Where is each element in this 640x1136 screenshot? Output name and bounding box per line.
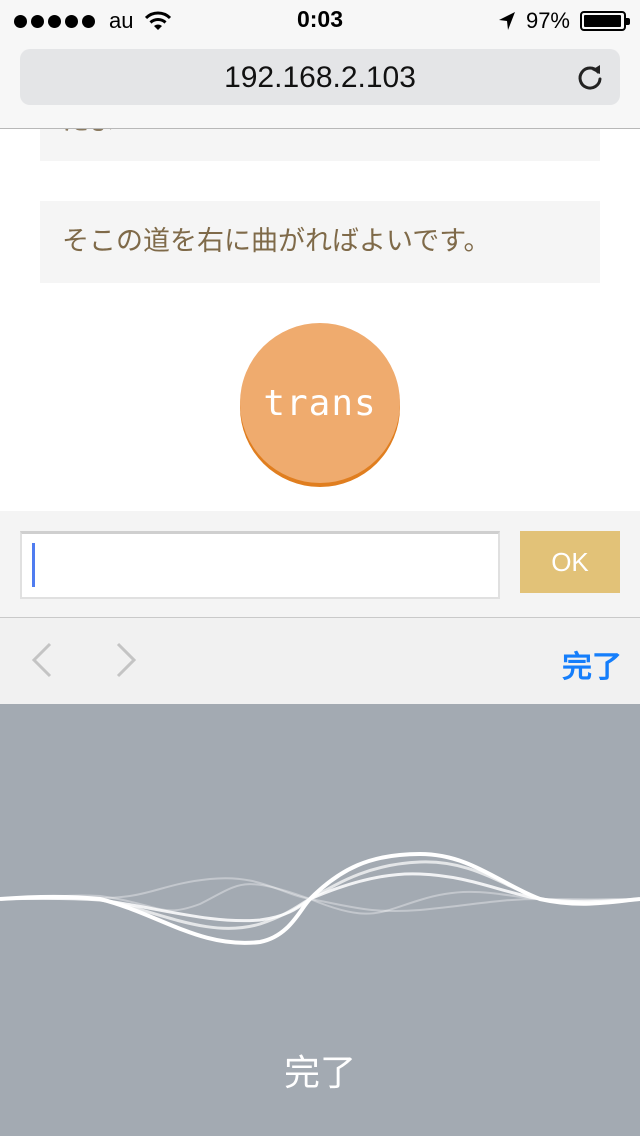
previous-message-text: たよ — [62, 129, 116, 138]
chevron-right-icon[interactable] — [114, 640, 138, 680]
message-text: そこの道を右に曲がればよいです。 — [62, 226, 491, 257]
dictation-done-button[interactable]: 完了 — [0, 1044, 640, 1096]
url-text[interactable]: 192.168.2.103 — [20, 61, 620, 95]
battery-percent: 97% — [525, 8, 570, 33]
screen: au 0:03 97% 192.168.2.103 そこの道を右に曲がればよいで… — [0, 0, 640, 1136]
browser-toolbar: 192.168.2.103 — [0, 40, 640, 129]
message-card: そこの道を右に曲がればよいです。 — [40, 201, 600, 283]
address-bar[interactable]: 192.168.2.103 — [20, 49, 620, 105]
battery-fill — [584, 15, 621, 27]
input-row: OK — [0, 511, 640, 618]
keyboard-accessory-bar: 完了 — [0, 618, 640, 704]
ok-button[interactable]: OK — [520, 531, 620, 593]
previous-message-card: たよ — [40, 129, 600, 161]
reload-icon[interactable] — [576, 63, 604, 91]
waveform-icon — [0, 851, 640, 945]
battery-icon — [580, 11, 630, 31]
done-button[interactable]: 完了 — [562, 642, 622, 686]
message-input[interactable] — [20, 531, 500, 599]
trans-button-label: trans — [263, 382, 377, 424]
chevron-left-icon[interactable] — [30, 640, 54, 680]
text-caret — [32, 543, 35, 587]
trans-button[interactable]: trans — [240, 323, 400, 483]
dictation-panel: 完了 — [0, 704, 640, 1136]
page-content: たよ そこの道を右に曲がればよいです。 trans — [0, 129, 640, 511]
location-arrow-icon — [498, 12, 515, 30]
status-bar: au 0:03 97% — [0, 0, 640, 40]
status-right: 97% — [498, 8, 630, 34]
